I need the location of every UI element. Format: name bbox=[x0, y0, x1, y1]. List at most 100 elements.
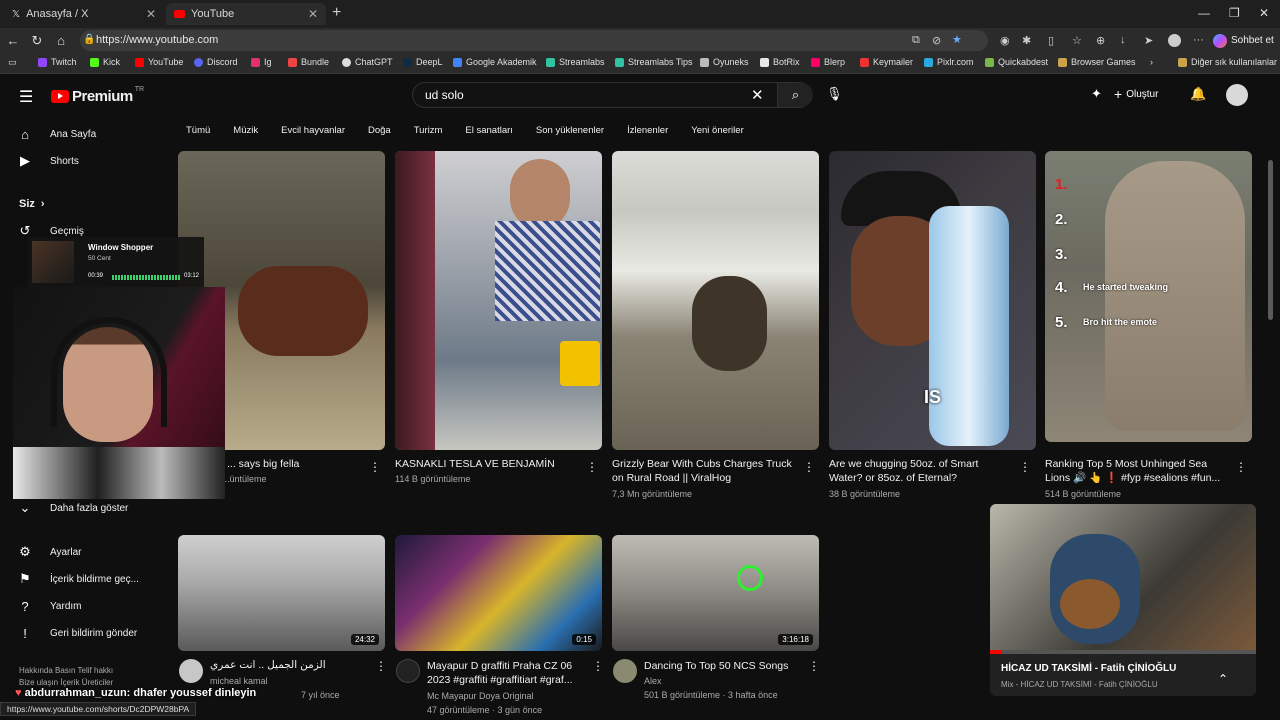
bookmark-blerp[interactable]: Blerp bbox=[811, 57, 845, 67]
video-thumbnail[interactable]: 3:16:18 bbox=[612, 535, 819, 651]
more-options-icon[interactable]: ⋮ bbox=[369, 460, 381, 474]
video-thumbnail[interactable] bbox=[612, 151, 819, 450]
chip-watched[interactable]: İzlenenler bbox=[627, 120, 668, 142]
bookmark-browser-games[interactable]: Browser Games bbox=[1058, 57, 1136, 67]
channel-avatar[interactable] bbox=[179, 659, 203, 683]
bookmark-deepl[interactable]: DeepL bbox=[403, 57, 443, 67]
extension-icon[interactable]: ✦ bbox=[1091, 86, 1102, 102]
more-options-icon[interactable]: ⋮ bbox=[803, 460, 815, 474]
more-options-icon[interactable]: ⋮ bbox=[375, 659, 387, 673]
close-tab-icon[interactable]: ✕ bbox=[146, 7, 156, 21]
profile-icon[interactable] bbox=[1168, 34, 1181, 47]
microphone-icon[interactable]: 🎙 bbox=[826, 86, 843, 102]
video-title[interactable]: Mayapur D graffiti Praha CZ 06 bbox=[427, 659, 572, 673]
video-title[interactable]: Ranking Top 5 Most Unhinged Sea bbox=[1045, 457, 1207, 471]
bookmark-google-akademik[interactable]: Google Akademik bbox=[453, 57, 537, 67]
other-bookmarks[interactable]: Diğer sık kullanılanlar bbox=[1178, 57, 1277, 67]
tracking-icon[interactable]: ⊘ bbox=[932, 34, 941, 47]
bookmark-pixlr[interactable]: Pixlr.com bbox=[924, 57, 974, 67]
video-title[interactable]: الزمن الجميل .. انت عمري bbox=[210, 658, 326, 672]
more-icon[interactable]: ··· bbox=[1193, 34, 1204, 46]
create-button[interactable]: + Oluştur bbox=[1114, 86, 1158, 102]
favorites-icon[interactable]: ☆ bbox=[1072, 34, 1082, 47]
more-options-icon[interactable]: ⋮ bbox=[808, 659, 820, 673]
app-icon[interactable]: ⧉ bbox=[912, 34, 920, 47]
bookmark-botrix[interactable]: BotRix bbox=[760, 57, 800, 67]
video-thumbnail[interactable]: IS bbox=[829, 151, 1036, 450]
video-title[interactable]: ... says big fella bbox=[227, 457, 299, 471]
sidebar-item-shorts[interactable]: ▶ Shorts bbox=[0, 149, 165, 173]
video-title-line2[interactable]: on Rural Road || ViralHog bbox=[612, 471, 731, 485]
sidebar-item-feedback[interactable]: ! Geri bildirim gönder bbox=[0, 621, 165, 645]
channel-avatar[interactable] bbox=[613, 659, 637, 683]
chip-nature[interactable]: Doğa bbox=[368, 120, 391, 142]
avatar[interactable] bbox=[1226, 84, 1248, 106]
video-title[interactable]: Are we chugging 50oz. of Smart bbox=[829, 457, 978, 471]
bookmark-bundle[interactable]: Bundle bbox=[288, 57, 329, 67]
more-options-icon[interactable]: ⋮ bbox=[1019, 460, 1031, 474]
video-thumbnail[interactable]: 24:32 bbox=[178, 535, 385, 651]
bookmark-streamlabs-tips[interactable]: Streamlabs Tips bbox=[615, 57, 693, 67]
youtube-logo[interactable]: Premium TR bbox=[51, 86, 144, 105]
url-bar[interactable]: 🔒 https://www.youtube.com ⧉ ⊘ ★ bbox=[80, 30, 988, 51]
sidebar-item-report[interactable]: ⚑ İçerik bildirme geç... bbox=[0, 567, 165, 591]
search-button[interactable]: ⌕ bbox=[777, 83, 813, 107]
scrollbar[interactable] bbox=[1268, 160, 1273, 320]
more-options-icon[interactable]: ⋮ bbox=[586, 460, 598, 474]
minimize-icon[interactable]: — bbox=[1198, 6, 1210, 20]
collections-icon[interactable]: ⊕ bbox=[1096, 34, 1105, 47]
footer-links[interactable]: Bize ulaşın İçerik Üreticiler bbox=[19, 678, 113, 687]
channel-name[interactable]: Mc Mayapur Doya Original bbox=[427, 689, 534, 703]
bookmark-keymailer[interactable]: Keymailer bbox=[860, 57, 913, 67]
video-thumbnail[interactable] bbox=[395, 151, 602, 450]
channel-name[interactable]: micheal kamal bbox=[210, 674, 268, 688]
more-options-icon[interactable]: ⋮ bbox=[1235, 460, 1247, 474]
bookmark-streamlabs[interactable]: Streamlabs bbox=[546, 57, 605, 67]
more-options-icon[interactable]: ⋮ bbox=[592, 659, 604, 673]
chip-crafts[interactable]: El sanatları bbox=[465, 120, 513, 142]
chevron-up-icon[interactable]: ⌃ bbox=[1218, 672, 1228, 686]
channel-name[interactable]: Alex bbox=[644, 674, 662, 688]
bookmark-discord[interactable]: Discord bbox=[194, 57, 238, 67]
new-tab-button[interactable]: + bbox=[332, 4, 348, 22]
video-title-line2[interactable]: 2023 #graffiti #graffitiart #graf... bbox=[427, 673, 573, 687]
bookmarks-menu-icon[interactable]: ▭ bbox=[8, 57, 17, 68]
bookmark-oyuneks[interactable]: Oyuneks bbox=[700, 57, 749, 67]
video-thumbnail[interactable]: 1. 2. 3. 4. He started tweaking 5. Bro h… bbox=[1045, 151, 1252, 442]
clear-search-icon[interactable]: ✕ bbox=[751, 86, 764, 104]
sidebar-item-help[interactable]: ? Yardım bbox=[0, 594, 165, 618]
search-input[interactable] bbox=[413, 83, 743, 107]
bookmark-kick[interactable]: Kick bbox=[90, 57, 120, 67]
menu-icon[interactable]: ☰ bbox=[19, 87, 33, 107]
video-title-line2[interactable]: Water? or 85oz. of Eternal? bbox=[829, 471, 957, 485]
maximize-icon[interactable]: ❐ bbox=[1229, 6, 1240, 20]
notifications-bell-icon[interactable]: 🔔 bbox=[1190, 86, 1206, 102]
share-icon[interactable]: ➤ bbox=[1144, 34, 1153, 47]
puzzle-icon[interactable]: ✱ bbox=[1022, 34, 1031, 47]
sidebar-item-settings[interactable]: ⚙ Ayarlar bbox=[0, 540, 165, 564]
video-title[interactable]: KASNAKLI TESLA VE BENJAMİN bbox=[395, 457, 555, 471]
download-icon[interactable]: ↓ bbox=[1120, 34, 1126, 46]
bookmark-chatgpt[interactable]: ChatGPT bbox=[342, 57, 393, 67]
footer-links[interactable]: Hakkında Basın Telif hakkı bbox=[19, 666, 113, 675]
chevron-right-icon[interactable]: › bbox=[1150, 57, 1153, 67]
bookmark-twitch[interactable]: Twitch bbox=[38, 57, 77, 67]
extension-icon[interactable]: ◉ bbox=[1000, 34, 1010, 47]
chip-tourism[interactable]: Turizm bbox=[414, 120, 443, 142]
chip-all[interactable]: Tümü bbox=[186, 120, 210, 142]
video-title[interactable]: Dancing To Top 50 NCS Songs bbox=[644, 659, 788, 673]
close-window-icon[interactable]: ✕ bbox=[1259, 6, 1269, 20]
sidebar-item-you[interactable]: Siz › bbox=[19, 192, 184, 216]
favorite-star-icon[interactable]: ★ bbox=[952, 33, 962, 46]
channel-avatar[interactable] bbox=[396, 659, 420, 683]
back-icon[interactable]: ← bbox=[5, 33, 21, 48]
mini-player-video[interactable] bbox=[990, 504, 1256, 654]
video-title-line2[interactable]: Lions 🔊 👆 ❗ #fyp #sealions #fun... bbox=[1045, 471, 1220, 485]
mini-player[interactable]: HİCAZ UD TAKSİMİ - Fatih ÇİNİOĞLU Mix - … bbox=[990, 504, 1256, 696]
chip-new[interactable]: Yeni öneriler bbox=[691, 120, 743, 142]
progress-track[interactable] bbox=[990, 650, 1256, 654]
chip-recent[interactable]: Son yüklenenler bbox=[536, 120, 604, 142]
bookmark-quickabdest[interactable]: Quickabdest bbox=[985, 57, 1048, 67]
chip-music[interactable]: Müzik bbox=[233, 120, 258, 142]
video-title[interactable]: Grizzly Bear With Cubs Charges Truck bbox=[612, 457, 792, 471]
